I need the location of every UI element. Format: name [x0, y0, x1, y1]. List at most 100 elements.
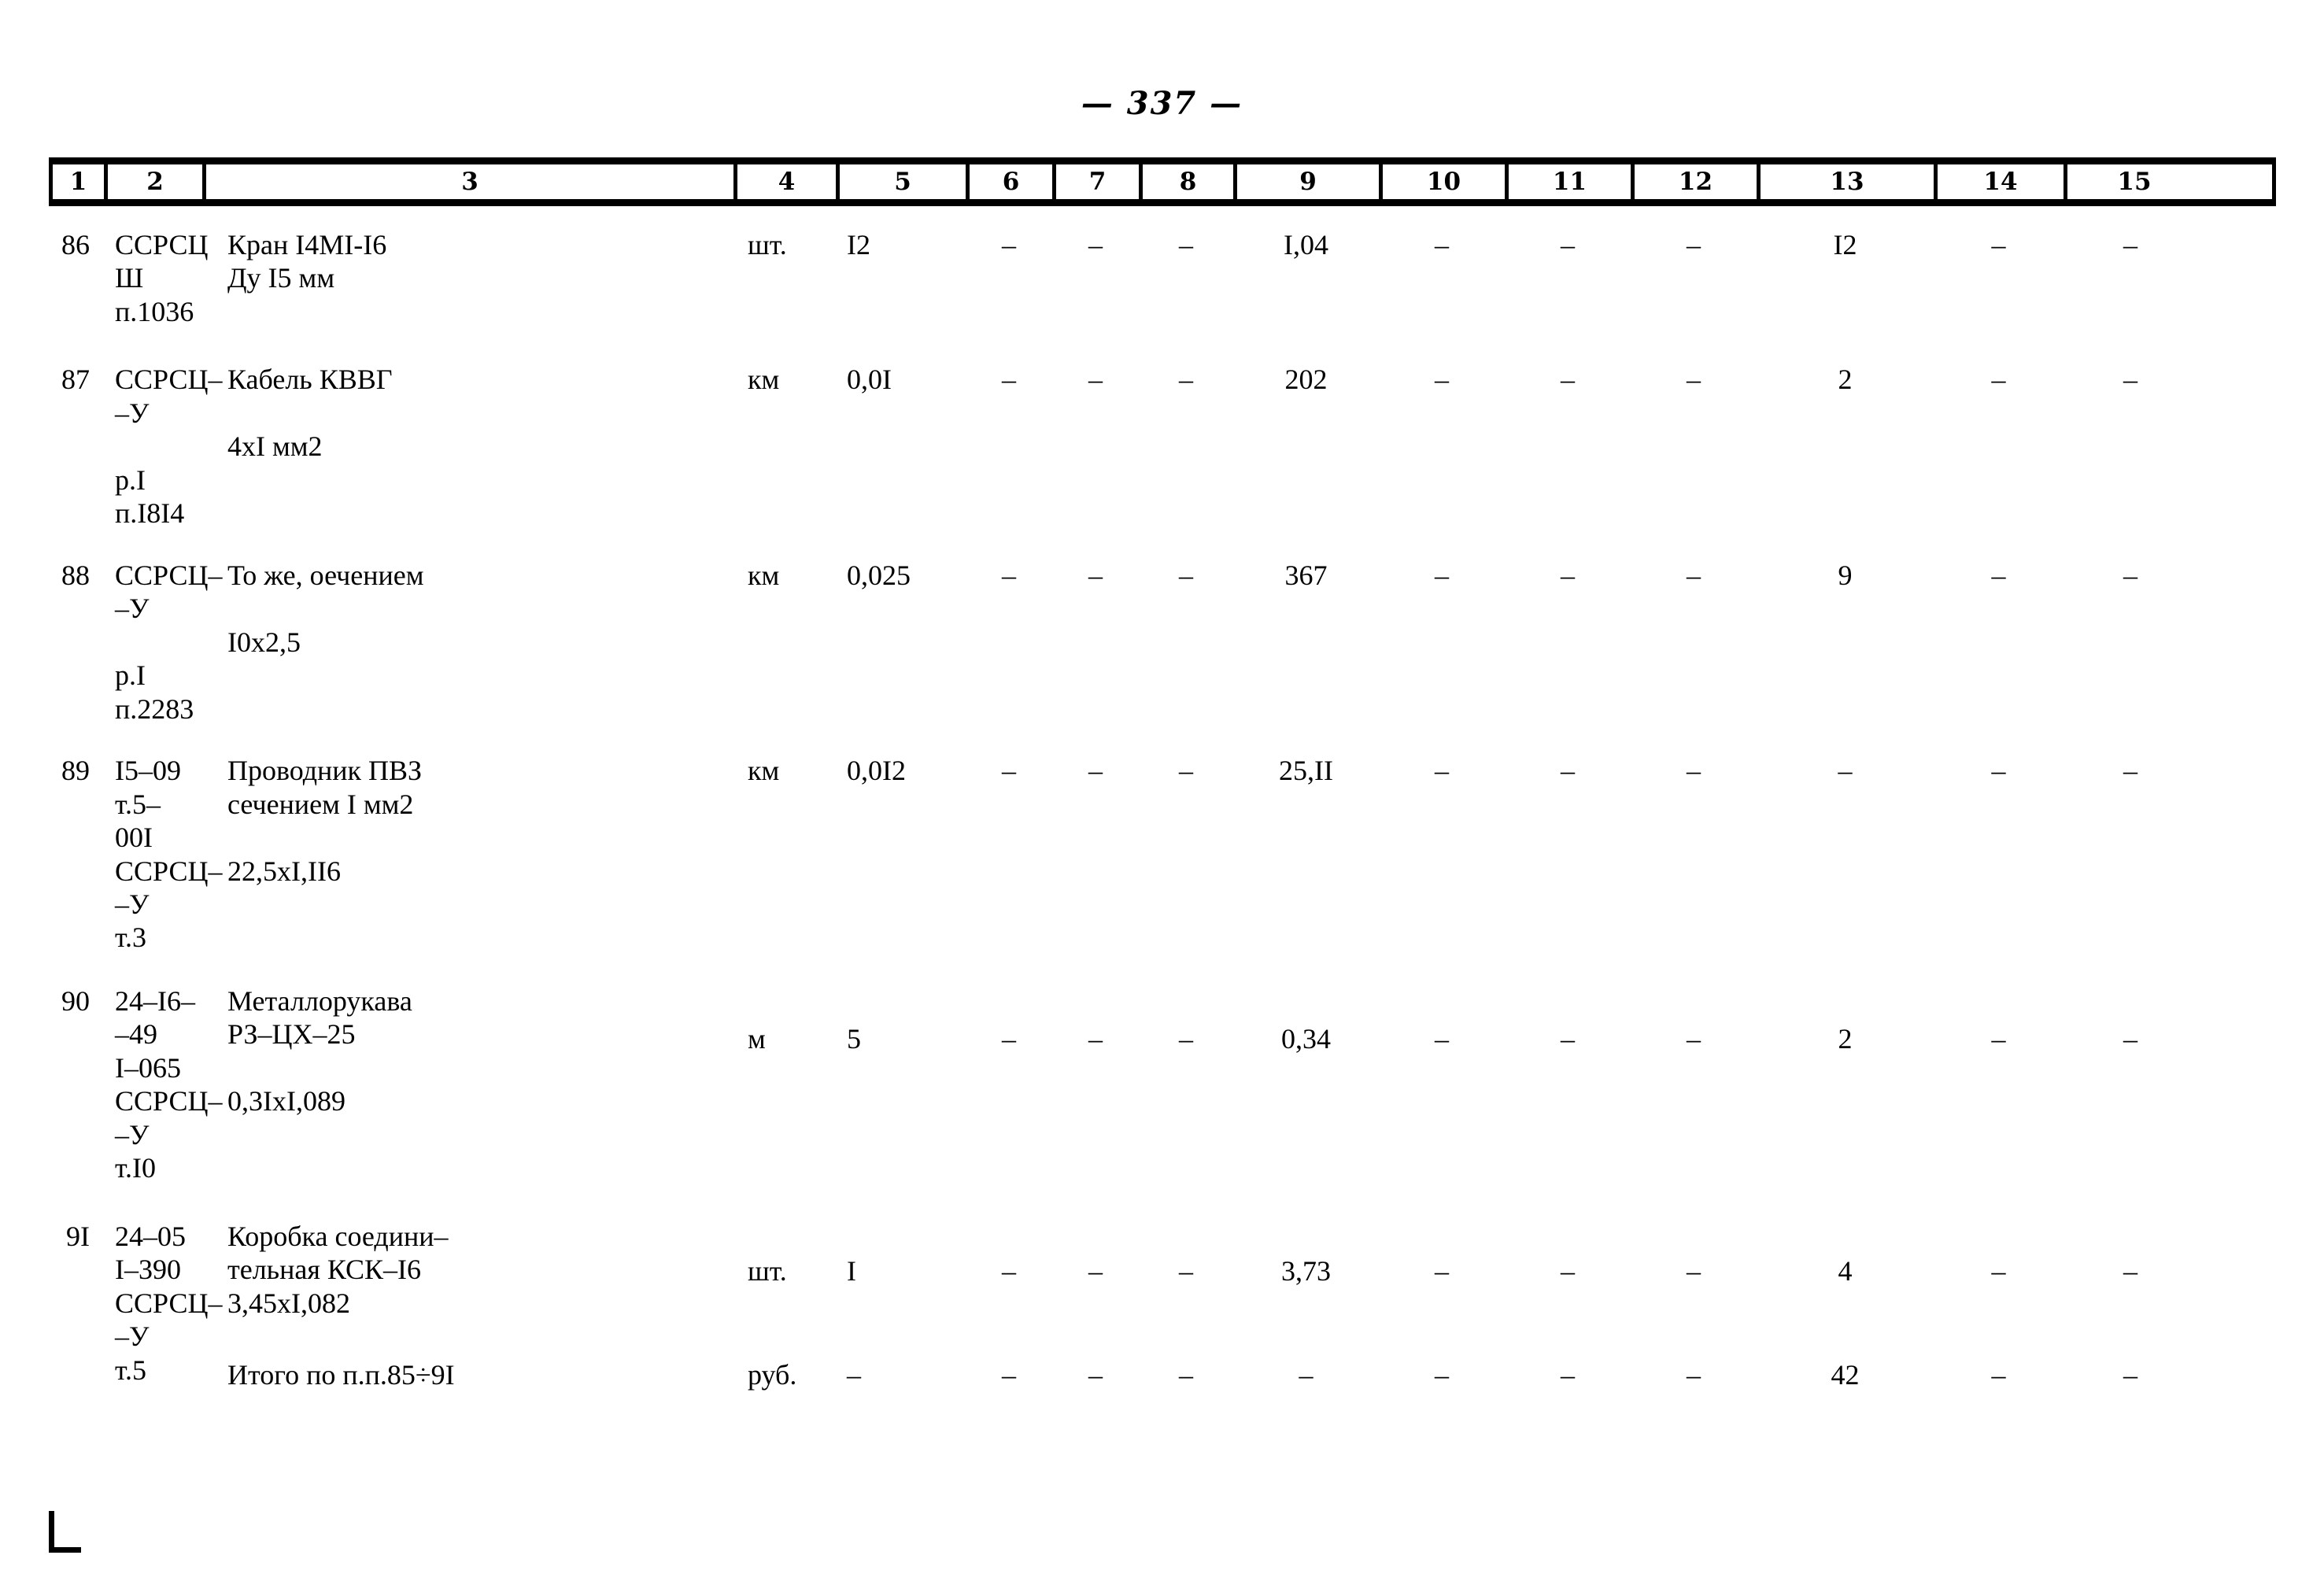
column-header-1: 1 [53, 164, 108, 199]
row-col13: 4 [1838, 1254, 1853, 1287]
row-unit: км [748, 755, 780, 787]
table-row: 88 ССРСЦ– –У р.I п.2283 То же, оечением … [49, 559, 2276, 726]
row-col7: – [1088, 559, 1103, 591]
total-row-description: Итого по п.п.85÷9I [227, 1359, 455, 1391]
total-row-col15: – [2123, 1359, 2137, 1391]
row-col12: – [1687, 364, 1701, 396]
row-code: I5–09 т.5– 00I ССРСЦ– –У т.3 [115, 755, 223, 954]
row-col9: 25,II [1279, 755, 1333, 787]
column-header-6: 6 [970, 164, 1056, 199]
column-header-4: 4 [737, 164, 840, 199]
row-col6: – [1002, 364, 1016, 396]
total-row-col9: – [1299, 1359, 1313, 1391]
row-unit: м [748, 1022, 766, 1055]
row-col15: – [2123, 559, 2137, 591]
row-description: То же, оечением I0х2,5 [227, 559, 424, 658]
row-code: 24–I6– –49 I–065 ССРСЦ– –У т.I0 [115, 984, 223, 1184]
row-col9: 3,73 [1281, 1254, 1331, 1287]
row-col11: – [1561, 1022, 1575, 1055]
row-col9: 0,34 [1281, 1022, 1331, 1055]
row-col13: I2 [1833, 229, 1857, 260]
column-header-12: 12 [1635, 164, 1761, 199]
row-description: Кран I4MI-I6 Ду I5 мм [227, 229, 387, 294]
row-col15: – [2123, 1022, 2137, 1055]
row-number: 9I [66, 1220, 90, 1252]
row-col14: – [1991, 364, 2006, 396]
page-number: — 337 — [1081, 85, 1243, 122]
row-col10: – [1435, 364, 1449, 396]
table-row: 90 24–I6– –49 I–065 ССРСЦ– –У т.I0 Метал… [49, 984, 2276, 1185]
total-row-col14: – [1991, 1359, 2006, 1391]
row-number: 87 [61, 364, 90, 396]
row-col13: 2 [1838, 364, 1853, 396]
row-description: Кабель КВВГ 4хI мм2 [227, 364, 393, 463]
corner-registration-mark [49, 1511, 81, 1553]
row-col11: – [1561, 364, 1575, 396]
column-header-15: 15 [2117, 167, 2152, 196]
row-unit: шт. [748, 1254, 787, 1287]
row-col5: I [847, 1254, 856, 1287]
row-number: 86 [61, 229, 90, 260]
row-col6: – [1002, 559, 1016, 591]
row-col10: – [1435, 559, 1449, 591]
row-description: Коробка соедини– тельная КСК–I6 3,45хI,0… [227, 1220, 449, 1319]
row-description: Проводник ПВЗ сечением I мм2 22,5хI,II6 [227, 755, 423, 887]
column-header-3: 3 [206, 164, 737, 199]
row-col7: – [1088, 1254, 1103, 1287]
row-col8: – [1179, 364, 1193, 396]
row-code: ССРСЦ– –У р.I п.2283 [115, 559, 223, 725]
row-col9: I,04 [1284, 229, 1328, 260]
total-row-col7: – [1088, 1359, 1103, 1391]
total-row: Итого по п.п.85÷9I руб. – – – – – – – – … [49, 1358, 2276, 1391]
row-col11: – [1561, 755, 1575, 787]
row-col6: – [1002, 1022, 1016, 1055]
row-col14: – [1991, 1022, 2006, 1055]
row-col12: – [1687, 1022, 1701, 1055]
total-row-col8: – [1179, 1359, 1193, 1391]
column-header-10: 10 [1383, 164, 1509, 199]
row-col11: – [1561, 229, 1575, 260]
row-col6: – [1002, 1254, 1016, 1287]
row-number: 90 [61, 984, 90, 1017]
total-row-col11: – [1561, 1359, 1575, 1391]
row-col12: – [1687, 1254, 1701, 1287]
row-col10: – [1435, 755, 1449, 787]
row-description: Металлорукава РЗ–ЦХ–25 0,3IхI,089 [227, 984, 412, 1117]
row-col10: – [1435, 229, 1449, 260]
row-unit: км [748, 364, 780, 396]
row-col7: – [1088, 755, 1103, 787]
row-code: ССРСЦ– –У р.I п.I8I4 [115, 364, 223, 530]
row-col5: I2 [847, 229, 870, 260]
row-col14: – [1991, 1254, 2006, 1287]
row-col6: – [1002, 229, 1016, 260]
row-col10: – [1435, 1254, 1449, 1287]
row-col13: – [1838, 755, 1853, 787]
column-header-8: 8 [1143, 164, 1237, 199]
row-col12: – [1687, 755, 1701, 787]
estimate-table-body: 86 ССРСЦ Ш п.1036 Кран I4MI-I6 Ду I5 мм … [49, 228, 2276, 1392]
row-unit: шт. [748, 229, 787, 260]
row-col14: – [1991, 755, 2006, 787]
column-header-13: 13 [1761, 164, 1938, 199]
row-col8: – [1179, 559, 1193, 591]
total-row-col10: – [1435, 1359, 1449, 1391]
row-col14: – [1991, 559, 2006, 591]
column-header-5: 5 [840, 164, 970, 199]
row-col15: – [2123, 1254, 2137, 1287]
row-col5: 0,0I [847, 364, 892, 396]
row-col15: – [2123, 755, 2137, 787]
row-col6: – [1002, 755, 1016, 787]
row-col5: 5 [847, 1022, 861, 1055]
row-col14: – [1991, 229, 2006, 260]
row-col8: – [1179, 229, 1193, 260]
row-col13: 9 [1838, 559, 1853, 591]
row-col5: 0,025 [847, 559, 911, 591]
row-col8: – [1179, 1022, 1193, 1055]
row-code: 24–05 I–390 ССРСЦ– –У т.5 [115, 1220, 223, 1386]
row-col11: – [1561, 559, 1575, 591]
row-number: 88 [61, 559, 90, 591]
row-col7: – [1088, 1022, 1103, 1055]
row-col5: 0,0I2 [847, 755, 906, 787]
total-row-col5: – [847, 1359, 861, 1391]
column-number-header: 1 2 3 4 5 6 7 8 9 10 11 12 13 14 15 [49, 157, 2276, 206]
